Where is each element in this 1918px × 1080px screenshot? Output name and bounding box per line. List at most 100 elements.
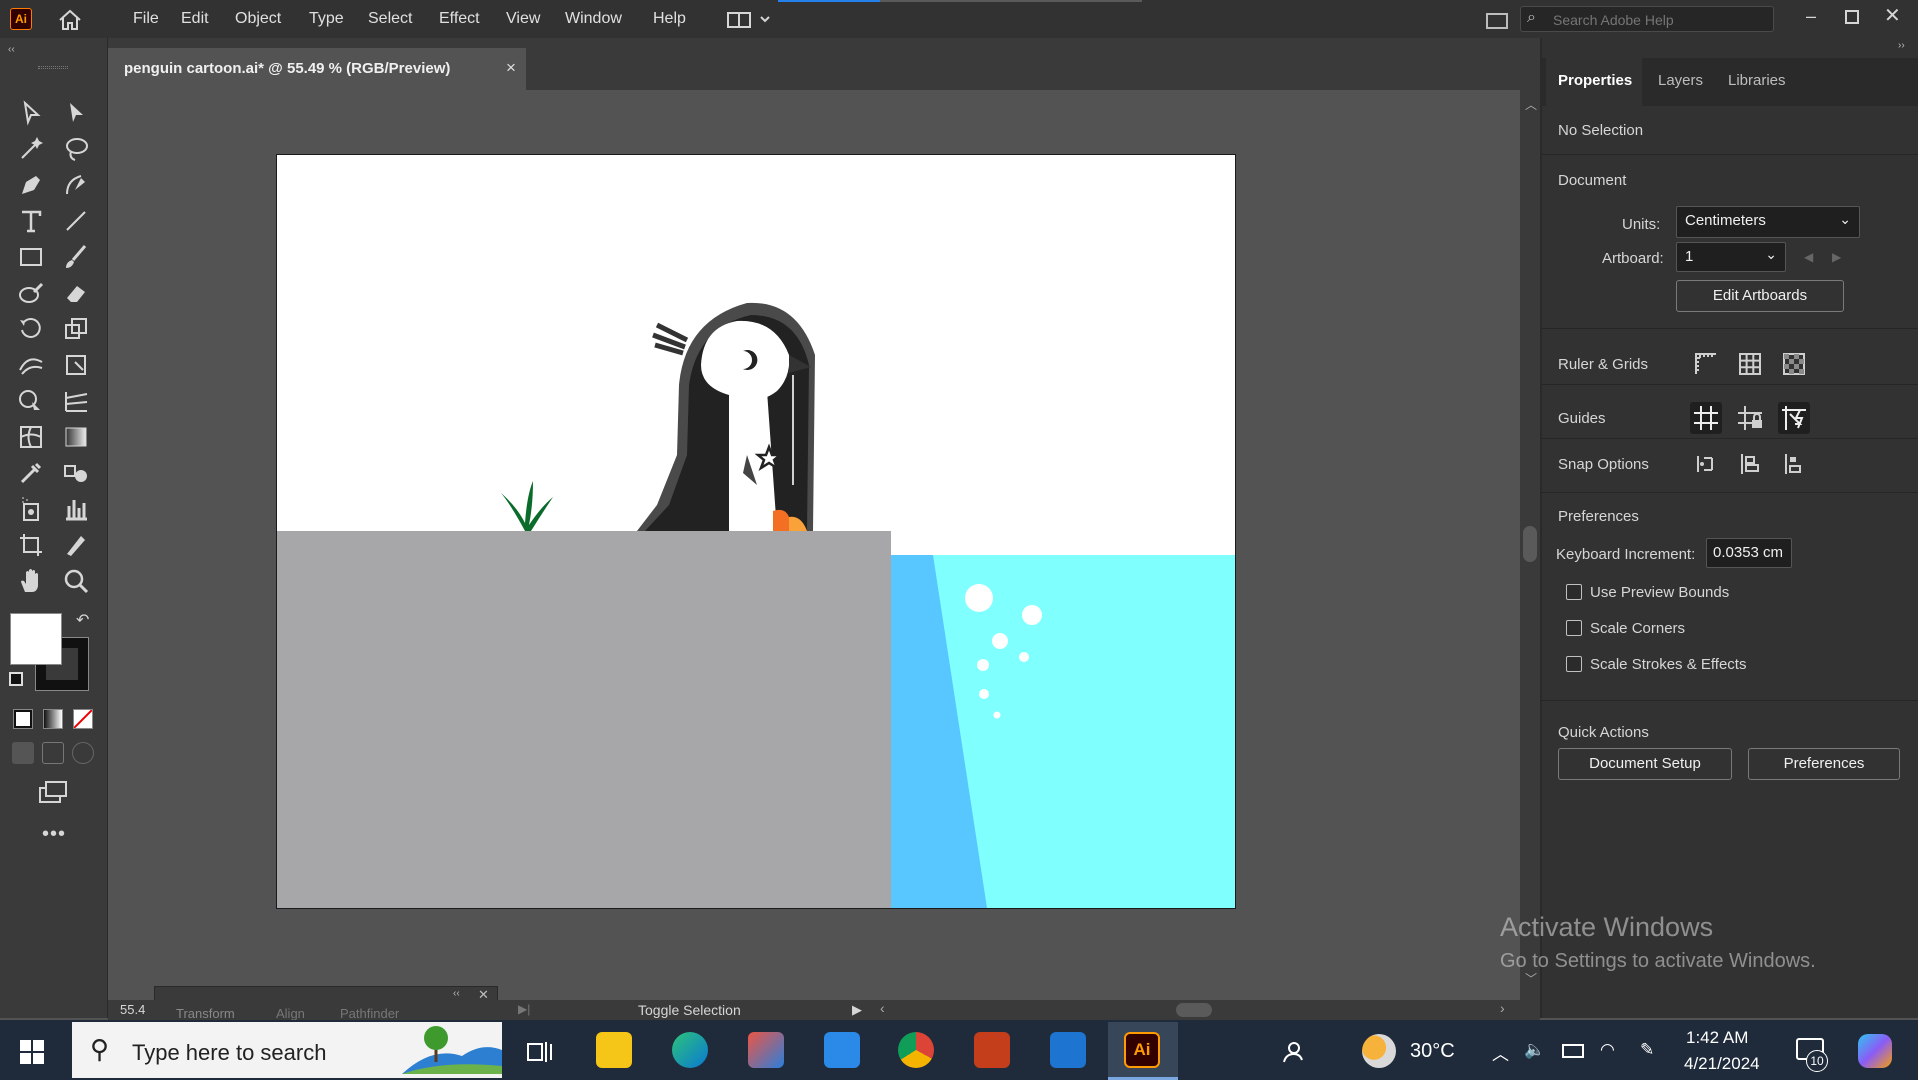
search-adobe-help[interactable]: ⌕ bbox=[1520, 6, 1774, 32]
grid-icon[interactable] bbox=[1734, 348, 1766, 380]
minimize-icon[interactable]: – bbox=[1806, 6, 1816, 27]
collapse-panel-icon[interactable]: ‹‹ bbox=[453, 988, 460, 999]
mini-tab-align[interactable]: Align bbox=[276, 1006, 305, 1021]
toolbar-grip[interactable] bbox=[38, 66, 68, 69]
close-window-icon[interactable]: ✕ bbox=[1884, 3, 1901, 28]
menu-effect[interactable]: Effect bbox=[439, 10, 480, 28]
people-icon[interactable] bbox=[1280, 1040, 1306, 1064]
clock-date[interactable]: 4/21/2024 bbox=[1684, 1054, 1760, 1074]
home-icon[interactable] bbox=[58, 9, 82, 31]
screen-mode-icon[interactable] bbox=[38, 780, 68, 804]
scale-strokes-effects-checkbox[interactable] bbox=[1566, 656, 1582, 672]
edit-artboards-button[interactable]: Edit Artboards bbox=[1676, 280, 1844, 312]
edge-browser-icon[interactable] bbox=[672, 1032, 708, 1068]
wifi-icon[interactable]: ◠ bbox=[1600, 1040, 1615, 1060]
shaper-tool-icon[interactable] bbox=[16, 278, 46, 308]
rotate-tool-icon[interactable] bbox=[16, 314, 46, 344]
document-tab[interactable]: penguin cartoon.ai* @ 55.49 % (RGB/Previ… bbox=[108, 48, 526, 90]
shape-builder-tool-icon[interactable] bbox=[16, 386, 46, 416]
swap-fill-stroke-icon[interactable]: ↶ bbox=[76, 610, 89, 630]
copilot-icon[interactable] bbox=[1858, 1034, 1892, 1068]
zoom-level[interactable]: 55.4 bbox=[120, 1002, 145, 1017]
speaker-icon[interactable]: 🔈 bbox=[1524, 1040, 1545, 1060]
taskbar-search-box[interactable]: ⚲ Type here to search bbox=[72, 1022, 502, 1078]
eraser-tool-icon[interactable] bbox=[61, 278, 91, 308]
artboard-select[interactable]: 1 ⌄ bbox=[1676, 242, 1786, 272]
artboard[interactable] bbox=[276, 154, 1236, 909]
symbol-sprayer-tool-icon[interactable] bbox=[16, 494, 46, 524]
mail-icon[interactable] bbox=[824, 1032, 860, 1068]
paintbrush-tool-icon[interactable] bbox=[61, 242, 91, 272]
snap-to-glyph-icon[interactable] bbox=[1778, 448, 1810, 480]
free-transform-tool-icon[interactable] bbox=[61, 350, 91, 380]
draw-behind-icon[interactable] bbox=[42, 742, 64, 764]
scroll-up-icon[interactable]: ︿ bbox=[1525, 96, 1537, 113]
menu-select[interactable]: Select bbox=[368, 10, 412, 28]
microsoft-store-icon[interactable] bbox=[748, 1032, 784, 1068]
mesh-tool-icon[interactable] bbox=[16, 422, 46, 452]
fill-swatch[interactable] bbox=[10, 613, 62, 665]
toggle-selection-label[interactable]: Toggle Selection bbox=[638, 1002, 741, 1018]
task-view-icon[interactable] bbox=[526, 1040, 554, 1064]
draw-inside-icon[interactable] bbox=[72, 742, 94, 764]
draw-normal-icon[interactable] bbox=[12, 742, 34, 764]
hand-tool-icon[interactable] bbox=[16, 566, 46, 596]
zoom-tool-icon[interactable] bbox=[61, 566, 91, 596]
rectangle-tool-icon[interactable] bbox=[16, 242, 46, 272]
document-setup-button[interactable]: Document Setup bbox=[1558, 748, 1732, 780]
line-segment-tool-icon[interactable] bbox=[61, 206, 91, 236]
weather-icon[interactable] bbox=[1362, 1034, 1396, 1068]
units-dropdown[interactable]: Centimeters ⌄ bbox=[1676, 206, 1860, 238]
width-tool-icon[interactable] bbox=[16, 350, 46, 380]
menu-file[interactable]: File bbox=[133, 10, 159, 28]
preferences-button[interactable]: Preferences bbox=[1748, 748, 1900, 780]
perspective-grid-tool-icon[interactable] bbox=[61, 386, 91, 416]
previous-artboard-icon[interactable]: ◀ bbox=[1804, 250, 1813, 264]
clock-time[interactable]: 1:42 AM bbox=[1686, 1028, 1748, 1048]
mini-tab-transform[interactable]: Transform bbox=[176, 1006, 235, 1021]
gradient-mode-icon[interactable] bbox=[43, 709, 63, 729]
curvature-tool-icon[interactable] bbox=[61, 170, 91, 200]
tab-properties[interactable]: Properties bbox=[1558, 72, 1632, 89]
chevron-up-icon[interactable]: ︿ bbox=[1492, 1040, 1509, 1065]
menu-view[interactable]: View bbox=[506, 10, 540, 28]
restore-icon[interactable] bbox=[1845, 10, 1859, 24]
blend-tool-icon[interactable] bbox=[61, 458, 91, 488]
collapse-panel-right-icon[interactable]: ›› bbox=[1898, 40, 1905, 51]
scale-corners-checkbox[interactable] bbox=[1566, 620, 1582, 636]
magic-wand-tool-icon[interactable] bbox=[16, 134, 46, 164]
pen-tool-icon[interactable] bbox=[16, 170, 46, 200]
menu-object[interactable]: Object bbox=[235, 10, 281, 28]
horizontal-scroll-thumb[interactable] bbox=[1176, 1003, 1212, 1017]
scroll-left-icon[interactable]: ‹ bbox=[880, 1000, 885, 1016]
artboard-tool-icon[interactable] bbox=[16, 530, 46, 560]
show-guides-icon[interactable] bbox=[1690, 402, 1722, 434]
step-end-icon[interactable]: ▶| bbox=[518, 1002, 530, 1016]
collapse-toolbar-icon[interactable]: ‹‹ bbox=[8, 44, 15, 55]
workspace-switcher-icon[interactable] bbox=[727, 11, 773, 29]
close-tab-icon[interactable]: × bbox=[506, 58, 516, 78]
eyedropper-tool-icon[interactable] bbox=[16, 458, 46, 488]
default-fill-stroke-icon[interactable] bbox=[9, 672, 23, 686]
type-tool-icon[interactable] bbox=[16, 206, 46, 236]
illustrator-taskbar-icon[interactable]: Ai bbox=[1124, 1032, 1160, 1068]
scroll-thumb[interactable] bbox=[1523, 526, 1537, 562]
scroll-right-icon[interactable]: › bbox=[1500, 1000, 1505, 1016]
fill-color-mode-icon[interactable] bbox=[13, 709, 33, 729]
use-preview-bounds-checkbox[interactable] bbox=[1566, 584, 1582, 600]
snap-to-point-icon[interactable] bbox=[1690, 448, 1722, 480]
file-explorer-icon[interactable] bbox=[596, 1032, 632, 1068]
battery-icon[interactable] bbox=[1562, 1044, 1584, 1058]
lock-guides-icon[interactable] bbox=[1734, 402, 1766, 434]
smart-guides-icon[interactable] bbox=[1778, 402, 1810, 434]
lasso-tool-icon[interactable] bbox=[61, 134, 91, 164]
windows-start-icon[interactable] bbox=[20, 1040, 44, 1064]
menu-help[interactable]: Help bbox=[653, 10, 686, 28]
search-input[interactable] bbox=[1551, 11, 1771, 29]
photos-icon[interactable] bbox=[1050, 1032, 1086, 1068]
none-mode-icon[interactable] bbox=[73, 709, 93, 729]
edit-toolbar-icon[interactable]: ••• bbox=[42, 823, 66, 846]
slice-tool-icon[interactable] bbox=[61, 530, 91, 560]
scale-tool-icon[interactable] bbox=[61, 314, 91, 344]
vertical-scrollbar[interactable]: ︿ ﹀ bbox=[1520, 90, 1540, 1000]
